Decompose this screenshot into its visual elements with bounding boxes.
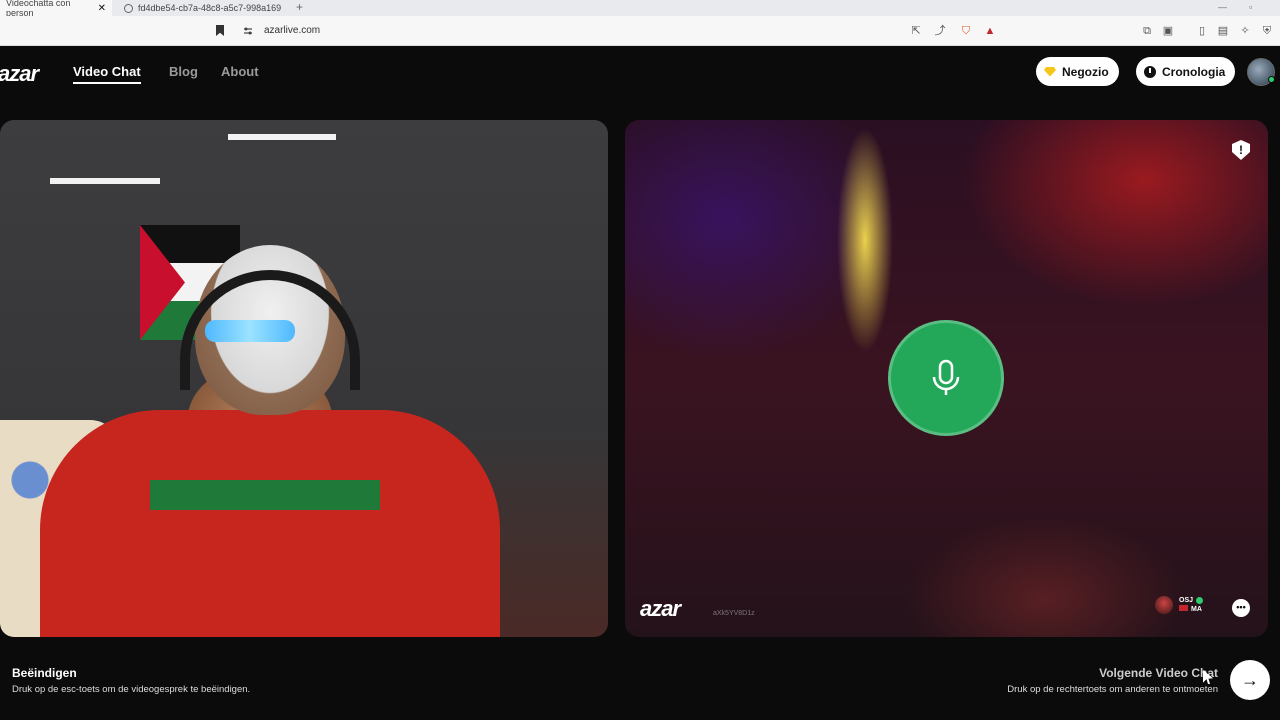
globe-icon bbox=[124, 3, 133, 13]
browser-tab-active[interactable]: Videochatta con person ✕ bbox=[0, 0, 112, 18]
extensions-icon[interactable]: ⧉ bbox=[1141, 25, 1153, 37]
online-status-dot bbox=[1268, 76, 1275, 83]
history-label: Cronologia bbox=[1162, 64, 1226, 79]
azar-watermark: azar bbox=[640, 596, 681, 621]
remote-user-id: aXk5YV8D1z bbox=[713, 610, 755, 617]
share-icon[interactable]: ⤴ bbox=[934, 25, 946, 37]
partner-avatar bbox=[1155, 596, 1173, 614]
microphone-icon bbox=[932, 359, 960, 395]
new-tab-icon[interactable]: + bbox=[296, 0, 303, 14]
tab-title: fd4dbe54-cb7a-48c8-a5c7-998a169 bbox=[138, 3, 282, 13]
wallet-icon[interactable]: ▤ bbox=[1217, 25, 1229, 37]
nav-video-chat[interactable]: Video Chat bbox=[73, 64, 141, 84]
chat-bubble-icon[interactable]: ••• bbox=[1232, 599, 1250, 617]
country-flag-icon bbox=[1179, 605, 1188, 611]
remote-video: ! azar aXk5YV8D1z OSJ MA ••• bbox=[625, 120, 1268, 637]
mic-indicator bbox=[888, 320, 1004, 436]
person-jersey bbox=[40, 410, 500, 637]
open-external-icon[interactable]: ⇱ bbox=[910, 25, 922, 37]
browser-tab-inactive[interactable]: fd4dbe54-cb7a-48c8-a5c7-998a169 bbox=[118, 0, 288, 16]
sidebar-icon[interactable]: ▯ bbox=[1196, 25, 1208, 37]
next-title: Volgende Video Chat bbox=[1099, 666, 1218, 680]
gem-icon bbox=[1044, 66, 1056, 77]
next-chat-button[interactable]: → bbox=[1230, 660, 1270, 700]
screenshot-icon[interactable]: ▣ bbox=[1162, 25, 1174, 37]
nav-blog[interactable]: Blog bbox=[169, 64, 198, 79]
vpn-icon[interactable]: ⛨ bbox=[1261, 25, 1273, 37]
next-hint: Druk op de rechtertoets om anderen te on… bbox=[1007, 684, 1218, 695]
brave-shield-icon[interactable]: ⛉ bbox=[960, 25, 972, 37]
url-input[interactable]: azarlive.com bbox=[264, 25, 320, 36]
maximize-icon[interactable]: ▫ bbox=[1249, 0, 1252, 14]
verified-dot bbox=[1196, 597, 1204, 604]
partner-country: MA bbox=[1191, 606, 1202, 613]
shop-label: Negozio bbox=[1062, 64, 1109, 79]
shelf bbox=[50, 178, 160, 184]
partner-badge[interactable]: OSJ MA bbox=[1155, 596, 1204, 614]
arrow-right-icon: → bbox=[1241, 669, 1259, 690]
nav-about[interactable]: About bbox=[221, 64, 259, 79]
browser-tab-bar: Videochatta con person ✕ fd4dbe54-cb7a-4… bbox=[0, 0, 1280, 18]
shelf bbox=[228, 134, 336, 140]
minimize-icon[interactable]: — bbox=[1218, 0, 1227, 14]
next-chat-hint[interactable]: Volgende Video Chat Druk op de rechterto… bbox=[1007, 666, 1218, 695]
sunglasses bbox=[205, 320, 295, 342]
local-video bbox=[0, 120, 608, 637]
bookmark-icon[interactable] bbox=[216, 25, 224, 36]
end-call-hint[interactable]: Beëindigen Druk op de esc-toets om de vi… bbox=[12, 666, 250, 695]
avatar[interactable] bbox=[1247, 58, 1275, 86]
azar-logo[interactable]: azar bbox=[0, 61, 39, 87]
shield-alert-icon[interactable]: ! bbox=[1232, 140, 1250, 160]
address-bar: azarlive.com ⇱ ⤴ ⛉ ▲ ⧉ ▣ ▯ ▤ ✧ ⛨ bbox=[0, 16, 1280, 46]
history-button[interactable]: Cronologia bbox=[1136, 57, 1236, 86]
leo-ai-icon[interactable]: ✧ bbox=[1239, 25, 1251, 37]
brave-rewards-icon[interactable]: ▲ bbox=[984, 25, 996, 37]
partner-name: OSJ bbox=[1179, 597, 1194, 604]
app-header: azar Video Chat Blog About Negozio Crono… bbox=[0, 46, 1280, 100]
site-settings-icon[interactable] bbox=[243, 26, 253, 36]
clock-icon bbox=[1144, 65, 1156, 78]
shop-button[interactable]: Negozio bbox=[1036, 57, 1119, 86]
jersey-stripe bbox=[150, 480, 380, 510]
end-hint: Druk op de esc-toets om de videogesprek … bbox=[12, 684, 251, 695]
close-icon[interactable]: ✕ bbox=[98, 3, 106, 14]
end-title: Beëindigen bbox=[12, 666, 77, 680]
